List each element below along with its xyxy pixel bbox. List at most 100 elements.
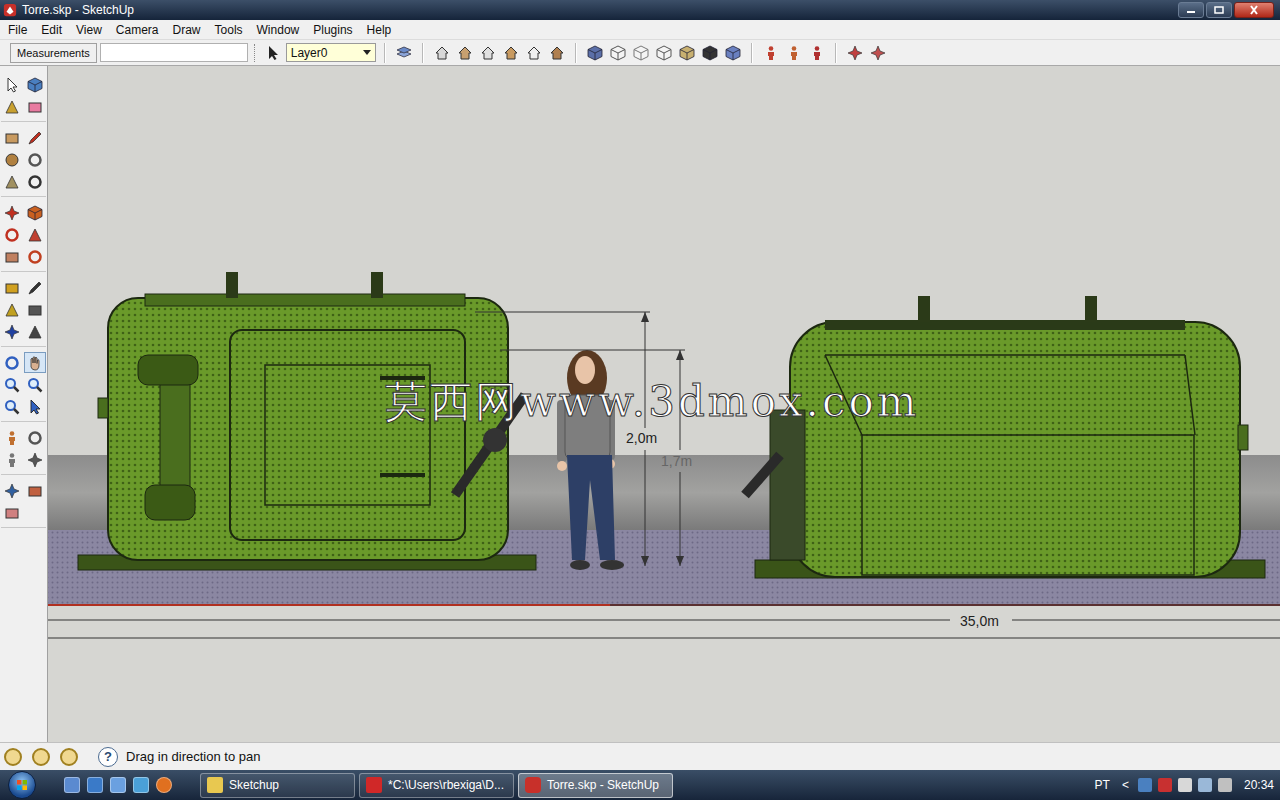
task-label: Sketchup <box>229 778 279 792</box>
cube-icon <box>587 45 603 61</box>
tool-button[interactable] <box>24 396 46 417</box>
language-indicator[interactable]: PT <box>1092 778 1113 792</box>
taskbar-button[interactable]: Sketchup <box>200 773 355 798</box>
tool-button[interactable] <box>24 352 46 373</box>
menu-item[interactable]: Window <box>250 21 307 39</box>
tool-button[interactable] <box>1 449 23 470</box>
tool-button[interactable] <box>24 374 46 395</box>
device-icon[interactable] <box>1178 778 1192 792</box>
tool-button[interactable] <box>24 127 46 148</box>
viewport[interactable]: 2,0m1,7m35,0m莫西网www.3dmox.com <box>48 66 1280 742</box>
tool-button[interactable] <box>24 299 46 320</box>
toolbar-separator <box>422 43 424 63</box>
toolbar-group <box>845 43 888 63</box>
wifi-icon[interactable] <box>1198 778 1212 792</box>
tool-button[interactable] <box>24 427 46 448</box>
toolbar-button[interactable] <box>394 43 414 63</box>
tool-button[interactable] <box>24 149 46 170</box>
explorer-icon[interactable] <box>87 777 103 793</box>
tool-button[interactable] <box>1 427 23 448</box>
menu-item[interactable]: File <box>1 21 34 39</box>
toolbar-button[interactable] <box>845 43 865 63</box>
tool-button[interactable] <box>1 74 23 95</box>
toolbar-button[interactable] <box>501 43 521 63</box>
network-icon[interactable] <box>1138 778 1152 792</box>
toolbar-grip[interactable] <box>254 44 257 62</box>
tool-button[interactable] <box>24 449 46 470</box>
geo-location-icon[interactable] <box>4 748 22 766</box>
start-button[interactable] <box>8 771 36 799</box>
computer-icon[interactable] <box>110 777 126 793</box>
taskbar-button[interactable]: *C:\Users\rbexiga\D... <box>359 773 514 798</box>
toolbar-button[interactable] <box>631 43 651 63</box>
tool-button[interactable] <box>1 396 23 417</box>
toolbar-button[interactable] <box>677 43 697 63</box>
tool-button[interactable] <box>1 352 23 373</box>
tool-button[interactable] <box>1 202 23 223</box>
tool-button[interactable] <box>24 171 46 192</box>
rect-icon <box>4 130 20 146</box>
tool-button[interactable] <box>1 480 23 501</box>
show-hidden-icons[interactable]: < <box>1119 778 1132 792</box>
tool-button[interactable] <box>24 224 46 245</box>
toolbar-button[interactable] <box>868 43 888 63</box>
tool-button[interactable] <box>1 246 23 267</box>
tool-button[interactable] <box>1 171 23 192</box>
show-desktop-icon[interactable] <box>64 777 80 793</box>
tool-button[interactable] <box>24 202 46 223</box>
tool-button[interactable] <box>24 74 46 95</box>
menu-item[interactable]: Edit <box>34 21 69 39</box>
user-icon[interactable] <box>60 748 78 766</box>
toolbar-button[interactable] <box>547 43 567 63</box>
toolbar-button[interactable] <box>478 43 498 63</box>
credits-icon[interactable] <box>32 748 50 766</box>
tool-button[interactable] <box>1 299 23 320</box>
tool-button[interactable] <box>1 374 23 395</box>
toolbar-button[interactable] <box>761 43 781 63</box>
toolbar-button[interactable] <box>700 43 720 63</box>
toolbar-button[interactable] <box>608 43 628 63</box>
tool-button[interactable] <box>24 246 46 267</box>
tool-button[interactable] <box>1 321 23 342</box>
toolbar-button[interactable] <box>524 43 544 63</box>
tool-button[interactable] <box>24 480 46 501</box>
star-icon <box>870 45 886 61</box>
toolbar-button[interactable] <box>585 43 605 63</box>
tool-button[interactable] <box>1 502 23 523</box>
toolbar-button[interactable] <box>455 43 475 63</box>
tool-button[interactable] <box>24 277 46 298</box>
toolbar-button[interactable] <box>432 43 452 63</box>
measurements-input[interactable] <box>100 43 248 62</box>
layer-dropdown[interactable]: Layer0 <box>286 43 376 62</box>
menu-item[interactable]: Draw <box>166 21 208 39</box>
tool-button[interactable] <box>1 127 23 148</box>
ie-icon[interactable] <box>133 777 149 793</box>
firefox-icon[interactable] <box>156 777 172 793</box>
help-button[interactable]: ? <box>98 747 118 767</box>
tool-button[interactable] <box>1 96 23 117</box>
toolbar-button[interactable] <box>784 43 804 63</box>
close-button[interactable] <box>1234 2 1274 18</box>
toolbar-button[interactable] <box>654 43 674 63</box>
tool-button[interactable] <box>1 224 23 245</box>
tool-button[interactable] <box>1 149 23 170</box>
select-tool-button[interactable] <box>263 43 283 63</box>
tool-button[interactable] <box>24 96 46 117</box>
tool-button[interactable] <box>1 277 23 298</box>
menu-item[interactable]: View <box>69 21 109 39</box>
menu-item[interactable]: Camera <box>109 21 166 39</box>
menu-item[interactable]: Help <box>360 21 399 39</box>
clock[interactable]: 20:34 <box>1244 778 1274 792</box>
security-icon[interactable] <box>1158 778 1172 792</box>
taskbar-button[interactable]: Torre.skp - SketchUp <box>518 773 673 798</box>
menu-item[interactable]: Tools <box>208 21 250 39</box>
tri-icon <box>27 227 43 243</box>
right-machine[interactable] <box>745 296 1265 578</box>
tool-button[interactable] <box>24 321 46 342</box>
toolbar-button[interactable] <box>723 43 743 63</box>
toolbar-button[interactable] <box>807 43 827 63</box>
maximize-button[interactable] <box>1206 2 1232 18</box>
volume-icon[interactable] <box>1218 778 1232 792</box>
minimize-button[interactable] <box>1178 2 1204 18</box>
menu-item[interactable]: Plugins <box>306 21 359 39</box>
